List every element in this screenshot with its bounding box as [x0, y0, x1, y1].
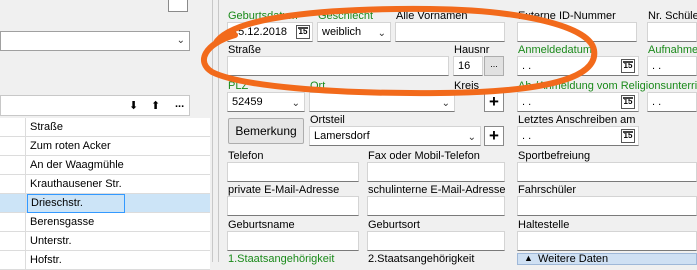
orange-annotation-ellipse	[201, 5, 598, 97]
